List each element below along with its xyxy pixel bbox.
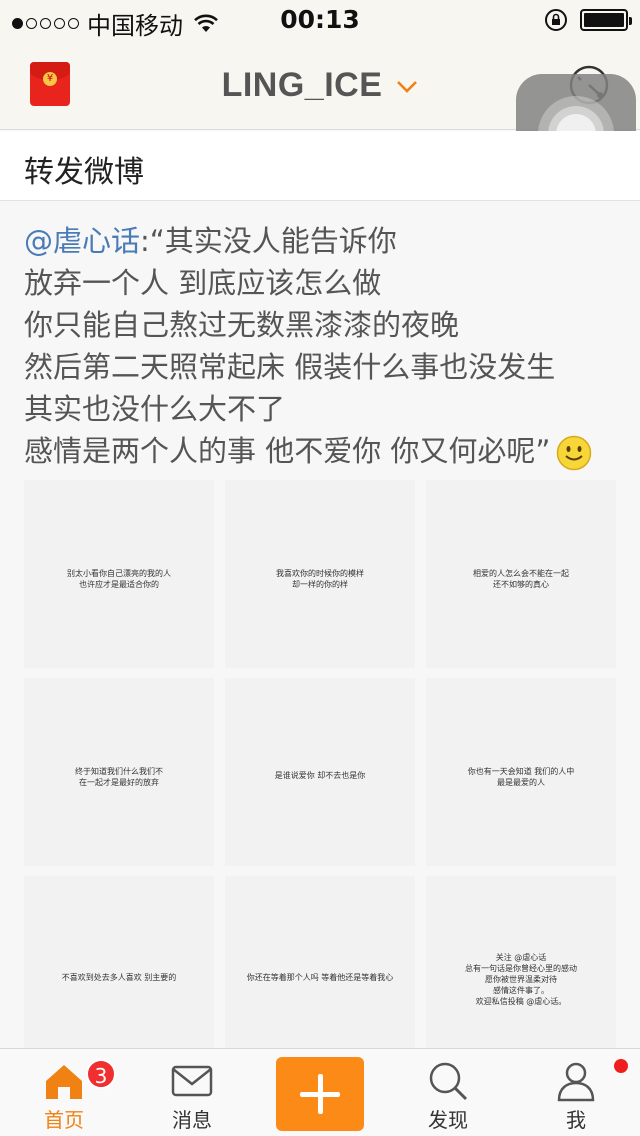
tab-label: 消息 <box>172 1108 212 1132</box>
notification-dot <box>614 1059 628 1073</box>
repost-header: 转发微博 <box>0 131 640 201</box>
chevron-down-icon <box>397 81 418 93</box>
image-caption: 你也有一天会知道 我们的人中 最是最爱的人 <box>467 767 575 787</box>
image-caption: 不喜欢到处去多人喜欢 别主要的 <box>61 973 177 982</box>
tab-messages[interactable]: 消息 <box>142 1049 242 1136</box>
battery-icon <box>580 9 632 31</box>
image-thumbnail[interactable]: 是谁说爱你 却不去也是你 <box>225 678 415 866</box>
tab-label: 发现 <box>428 1108 468 1132</box>
image-thumbnail[interactable]: 相爱的人怎么会不能在一起 还不如够的真心 <box>426 480 616 668</box>
status-bar: 中国移动 00:13 <box>0 0 640 40</box>
tab-me[interactable]: 我 <box>526 1049 628 1136</box>
page-title: 转发微博 <box>24 155 144 190</box>
image-caption: 你还在等着那个人吗 等着他还是等着我心 <box>246 973 394 982</box>
post-line: 然后第二天照常起床 假装什么事也没发生 <box>24 350 556 384</box>
tab-label: 首页 <box>44 1108 84 1132</box>
image-thumbnail[interactable]: 你还在等着那个人吗 等着他还是等着我心 <box>225 876 415 1048</box>
mention-link[interactable]: @虐心话 <box>24 224 140 258</box>
post-line: 你只能自己熬过无数黑漆漆的夜晚 <box>24 308 460 342</box>
image-caption: 终于知道我们什么我们不 在一起才是最好的放弃 <box>75 767 163 787</box>
unread-badge: 3 <box>86 1059 116 1089</box>
tab-bar: 3 首页 消息 发现 我 <box>0 1048 640 1136</box>
image-grid: 别太小看你自己漂亮的我的人 也许应才是最适合你的 我喜欢你的时候你的模样 却一样… <box>24 480 616 1048</box>
search-icon <box>429 1062 468 1101</box>
post-content: @虐心话:“其实没人能告诉你 放弃一个人 到底应该怎么做 你只能自己熬过无数黑漆… <box>0 202 640 1048</box>
image-caption: 相爱的人怎么会不能在一起 还不如够的真心 <box>473 569 569 589</box>
compose-button[interactable] <box>276 1057 364 1131</box>
post-text: @虐心话:“其实没人能告诉你 放弃一个人 到底应该怎么做 你只能自己熬过无数黑漆… <box>24 220 624 472</box>
image-caption: 我喜欢你的时候你的模样 却一样的你的样 <box>276 569 364 589</box>
rotation-lock-icon <box>545 9 567 31</box>
post-line: 其实也没什么大不了 <box>24 392 286 426</box>
image-caption: 是谁说爱你 却不去也是你 <box>274 771 366 780</box>
image-thumbnail[interactable]: 关注 @虐心话 总有一句话是你曾经心里的感动 愿你被世界温柔对待 感情这件事了。… <box>426 876 616 1048</box>
image-thumbnail[interactable]: 终于知道我们什么我们不 在一起才是最好的放弃 <box>24 678 214 866</box>
smiley-emoji-icon <box>557 435 592 471</box>
image-caption: 关注 @虐心话 总有一句话是你曾经心里的感动 愿你被世界温柔对待 感情这件事了。… <box>465 953 577 1006</box>
status-right <box>544 8 632 32</box>
tab-discover[interactable]: 发现 <box>398 1049 498 1136</box>
post-line: 感情是两个人的事 他不爱你 你又何必呢” <box>24 430 624 472</box>
tab-label: 我 <box>566 1108 586 1132</box>
post-line: 放弃一个人 到底应该怎么做 <box>24 266 382 300</box>
image-thumbnail[interactable]: 别太小看你自己漂亮的我的人 也许应才是最适合你的 <box>24 480 214 668</box>
mail-icon <box>171 1065 213 1097</box>
image-thumbnail[interactable]: 你也有一天会知道 我们的人中 最是最爱的人 <box>426 678 616 866</box>
image-thumbnail[interactable]: 不喜欢到处去多人喜欢 别主要的 <box>24 876 214 1048</box>
tab-home[interactable]: 3 首页 <box>14 1049 116 1136</box>
image-thumbnail[interactable]: 我喜欢你的时候你的模样 却一样的你的样 <box>225 480 415 668</box>
nav-title: LING_ICE <box>221 66 383 104</box>
person-icon <box>557 1062 595 1102</box>
image-caption: 别太小看你自己漂亮的我的人 也许应才是最适合你的 <box>67 569 171 589</box>
post-line: @虐心话:“其实没人能告诉你 <box>24 224 397 258</box>
home-icon <box>46 1065 82 1099</box>
